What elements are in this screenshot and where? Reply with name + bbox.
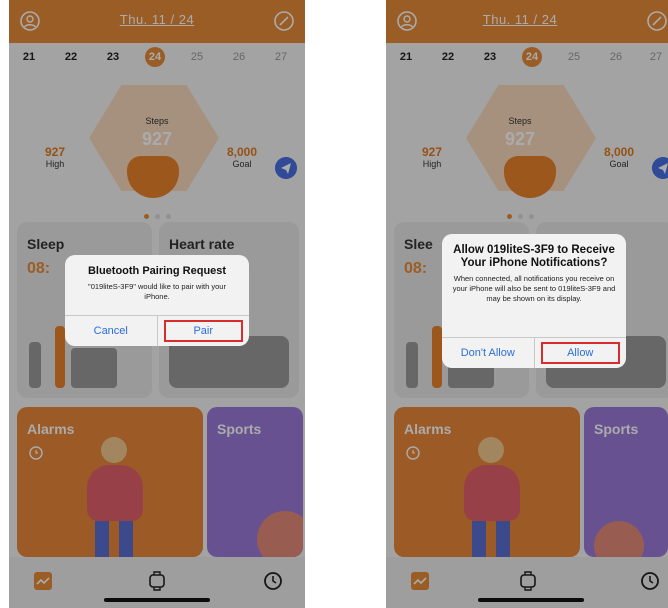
cancel-button-label: Cancel [93, 325, 128, 337]
dialog-title: Bluetooth Pairing Request [87, 265, 227, 277]
allow-button[interactable]: Allow [533, 338, 627, 368]
dialog-message: When connected, all notifications you re… [452, 274, 616, 303]
dont-allow-button[interactable]: Don't Allow [442, 338, 534, 368]
bluetooth-pairing-dialog: Bluetooth Pairing Request "019liteS-3F9"… [65, 255, 249, 346]
pair-button[interactable]: Pair [156, 316, 250, 346]
dialog-message: "019liteS-3F9" would like to pair with y… [88, 282, 226, 301]
dialog-buttons: Don't Allow Allow [442, 337, 626, 368]
highlight-box [540, 342, 620, 364]
dialog-buttons: Cancel Pair [65, 315, 249, 346]
phone-screen-left: Thu. 11 / 24 21 22 23 24 25 26 27 Steps … [9, 0, 305, 608]
dialog-title: Allow 019liteS-3F9 to Receive Your iPhon… [453, 244, 615, 269]
notification-permission-dialog: Allow 019liteS-3F9 to Receive Your iPhon… [442, 234, 626, 368]
dont-allow-button-label: Don't Allow [460, 347, 515, 359]
phone-screen-right: Thu. 11 / 24 21 22 23 24 25 26 27 Steps … [386, 0, 668, 608]
highlight-box [163, 320, 243, 342]
cancel-button[interactable]: Cancel [65, 316, 157, 346]
